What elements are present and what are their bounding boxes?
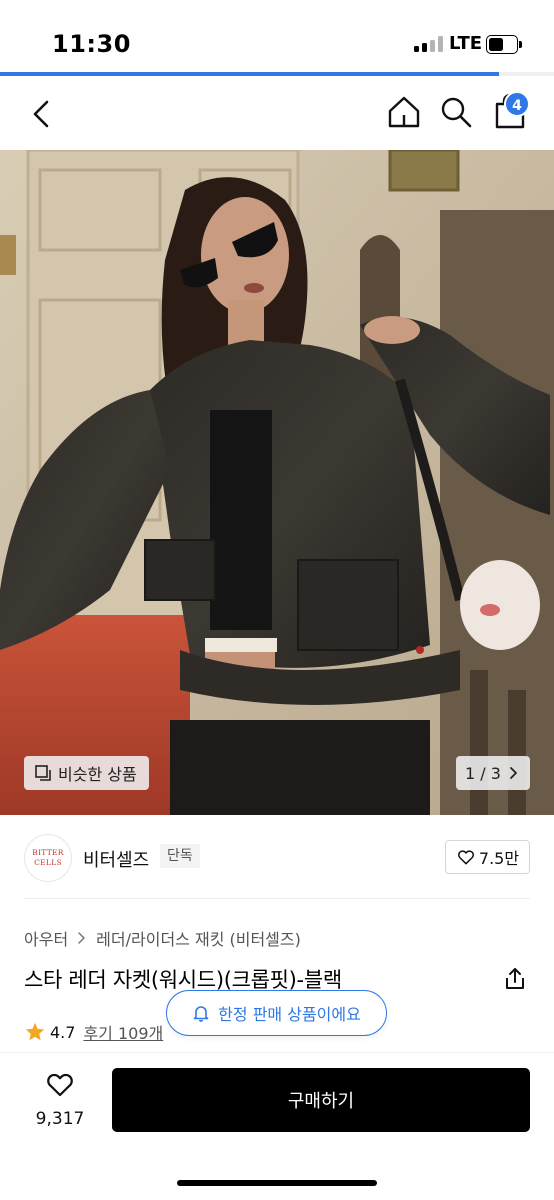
heart-icon [47, 1073, 73, 1097]
brand-logo-line1: BITTER [32, 848, 64, 857]
limited-sale-label: 한정 판매 상품이에요 [218, 1005, 361, 1024]
similar-items-icon [35, 765, 51, 781]
image-page-indicator: 1 / 3 [465, 763, 501, 783]
wishlist-count: 9,317 [35, 1109, 85, 1129]
home-indicator[interactable] [177, 1180, 377, 1186]
home-icon[interactable] [384, 92, 424, 132]
similar-products-label: 비슷한 상품 [58, 765, 137, 784]
cart-count-badge: 4 [504, 91, 530, 117]
back-icon[interactable] [22, 94, 62, 134]
product-photo [0, 150, 554, 815]
network-label: LTE [449, 33, 483, 54]
brand-logo[interactable]: BITTER CELLS [24, 834, 72, 882]
brand-row: BITTER CELLS 비터셀즈 단독 7.5만 [0, 830, 554, 888]
chevron-right-icon [78, 932, 85, 944]
reviews-link[interactable]: 후기 109개 [83, 1020, 163, 1044]
status-time: 11:30 [52, 30, 131, 58]
heart-icon [457, 850, 474, 865]
rating-score: 4.7 [50, 1022, 76, 1042]
brand-name[interactable]: 비터셀즈 [83, 846, 149, 872]
wishlist-button[interactable]: 9,317 [30, 1069, 90, 1135]
search-icon[interactable] [436, 92, 476, 132]
breadcrumb-item-category[interactable]: 레더/라이더스 재킷 (비터셀즈) [96, 926, 301, 950]
breadcrumb-item-outer[interactable]: 아우터 [24, 926, 68, 950]
image-pager-button[interactable]: 1 / 3 [456, 756, 530, 790]
bell-icon [193, 1006, 209, 1022]
brand-logo-line2: CELLS [34, 858, 62, 867]
exclusive-badge: 단독 [160, 844, 200, 868]
share-icon[interactable] [502, 966, 528, 992]
top-nav: 4 [0, 76, 554, 150]
chevron-right-icon [510, 767, 517, 779]
bottom-action-bar: 9,317 구매하기 [0, 1052, 554, 1200]
breadcrumb: 아우터 레더/라이더스 재킷 (비터셀즈) [24, 926, 301, 950]
product-image[interactable] [0, 150, 554, 815]
buy-button[interactable]: 구매하기 [112, 1068, 530, 1132]
battery-icon [486, 35, 522, 54]
similar-products-button[interactable]: 비슷한 상품 [24, 756, 149, 790]
divider [24, 898, 530, 899]
brand-like-count: 7.5만 [478, 849, 520, 868]
status-bar: 11:30 LTE [0, 0, 554, 74]
brand-like-button[interactable]: 7.5만 [445, 840, 530, 874]
limited-sale-notice: 한정 판매 상품이에요 [166, 990, 387, 1036]
signal-icon [414, 36, 444, 52]
star-icon [25, 1022, 45, 1041]
rating-row: 4.7 후기 109개 [24, 1020, 163, 1044]
